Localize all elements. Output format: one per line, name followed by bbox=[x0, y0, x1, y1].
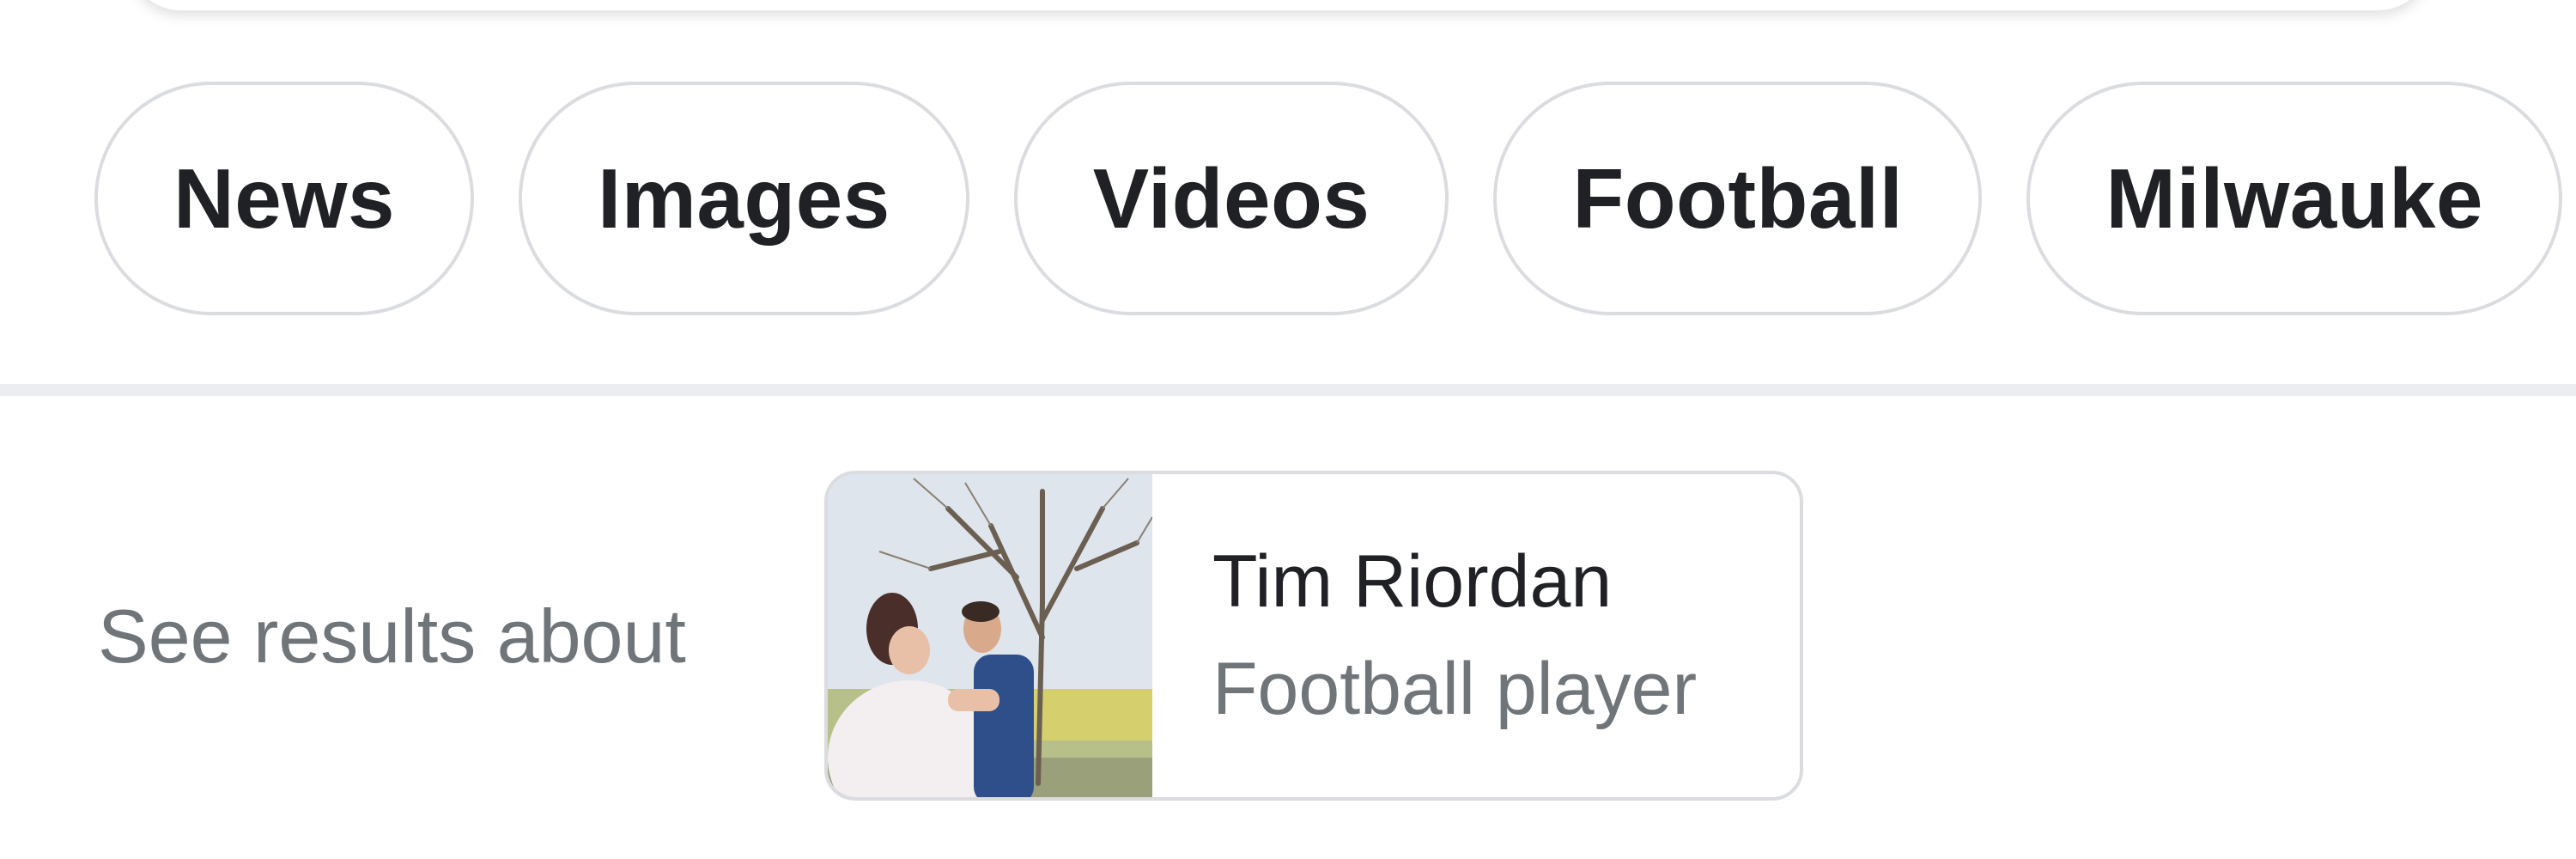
entity-description: Football player bbox=[1212, 648, 1698, 730]
chip-label: Videos bbox=[1092, 150, 1370, 246]
see-results-label: See results about bbox=[98, 594, 686, 679]
wedding-photo-image bbox=[828, 474, 1152, 797]
chip-label: Football bbox=[1572, 150, 1904, 246]
chip-images[interactable]: Images bbox=[519, 82, 969, 315]
entity-card[interactable]: Tim Riordan Football player bbox=[824, 471, 1803, 801]
entity-text: Tim Riordan Football player bbox=[1152, 474, 1697, 797]
chip-label: Milwauke bbox=[2105, 150, 2484, 246]
filter-chips-row: News Images Videos Football Milwauke bbox=[94, 74, 2563, 323]
entity-name: Tim Riordan bbox=[1212, 540, 1613, 623]
chip-label: News bbox=[173, 150, 396, 246]
search-box[interactable] bbox=[129, 0, 2430, 10]
section-divider bbox=[0, 384, 2576, 396]
chip-label: Images bbox=[598, 150, 890, 246]
chip-milwaukee[interactable]: Milwauke bbox=[2026, 82, 2563, 315]
chip-news[interactable]: News bbox=[94, 82, 475, 315]
chip-videos[interactable]: Videos bbox=[1013, 82, 1449, 315]
chip-football[interactable]: Football bbox=[1493, 82, 1983, 315]
search-results-page: News Images Videos Football Milwauke See… bbox=[0, 0, 2576, 859]
entity-thumbnail bbox=[828, 474, 1152, 797]
